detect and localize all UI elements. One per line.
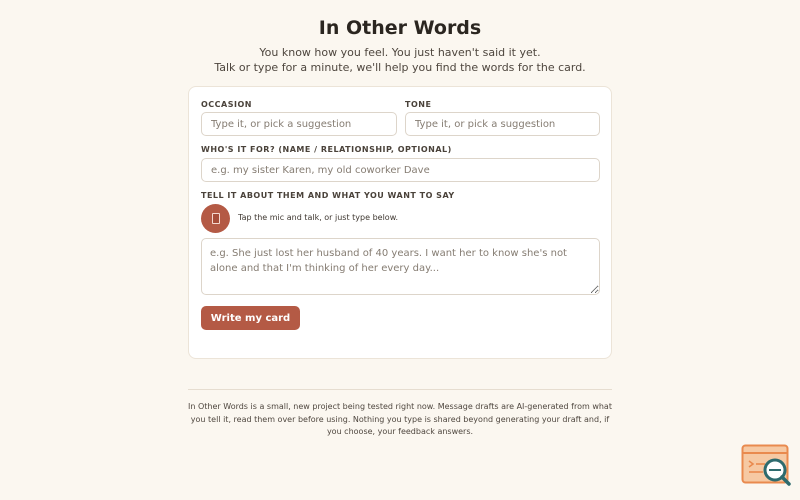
mic-button[interactable] <box>201 204 230 233</box>
message-label: TELL IT ABOUT THEM AND WHAT YOU WANT TO … <box>201 191 455 200</box>
occasion-label: OCCASION <box>201 100 252 109</box>
microphone-icon <box>211 213 220 224</box>
card-form: OCCASION TONE WHO'S IT FOR? (NAME / RELA… <box>188 86 612 359</box>
footer-disclaimer: In Other Words is a small, new project b… <box>188 402 612 437</box>
mic-hint: Tap the mic and talk, or just type below… <box>238 213 399 222</box>
write-card-button[interactable]: Write my card <box>201 306 300 330</box>
page-header: In Other Words You know how you feel. Yo… <box>0 0 800 75</box>
search-feedback-icon <box>741 444 791 486</box>
footer-divider <box>188 389 612 390</box>
recipient-input[interactable] <box>201 158 600 182</box>
recipient-label: WHO'S IT FOR? (NAME / RELATIONSHIP, OPTI… <box>201 145 452 154</box>
subtitle-line-2: Talk or type for a minute, we'll help yo… <box>214 60 586 74</box>
feedback-widget-button[interactable] <box>741 444 791 486</box>
tone-label: TONE <box>405 100 432 109</box>
tone-input[interactable] <box>405 112 600 136</box>
occasion-input[interactable] <box>201 112 397 136</box>
page-title: In Other Words <box>318 17 482 39</box>
message-textarea[interactable] <box>201 238 600 295</box>
subtitle-line-1: You know how you feel. You just haven't … <box>259 46 541 59</box>
